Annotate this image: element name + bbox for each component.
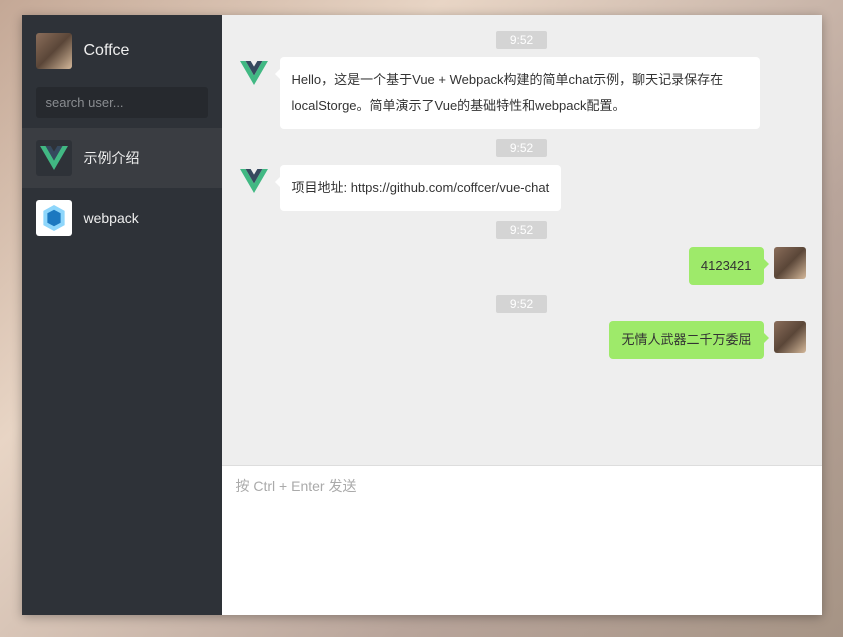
message-time: 9:52 [238, 295, 806, 313]
message-input[interactable] [236, 476, 808, 605]
main-panel: 9:52 Hello，这是一个基于Vue + Webpack构建的简单chat示… [222, 15, 822, 615]
profile: Coffce [22, 15, 222, 81]
sidebar-item-webpack[interactable]: webpack [22, 188, 222, 248]
message-time: 9:52 [238, 221, 806, 239]
chat-app: Coffce 示例介绍 webpack 9:52 [22, 15, 822, 615]
message-bubble: 4123421 [689, 247, 764, 285]
search-wrap [22, 81, 222, 128]
message-group: 9:52 Hello，这是一个基于Vue + Webpack构建的简单chat示… [238, 31, 806, 129]
message-list[interactable]: 9:52 Hello，这是一个基于Vue + Webpack构建的简单chat示… [222, 15, 822, 465]
message-item-self: 无情人武器二千万委屈 [238, 321, 806, 359]
avatar [774, 321, 806, 353]
sidebar: Coffce 示例介绍 webpack [22, 15, 222, 615]
vue-icon [36, 140, 72, 176]
username: Coffce [84, 42, 130, 60]
avatar [36, 33, 72, 69]
vue-icon [238, 57, 270, 89]
search-input[interactable] [36, 87, 208, 118]
message-item: Hello，这是一个基于Vue + Webpack构建的简单chat示例，聊天记… [238, 57, 806, 129]
message-time: 9:52 [238, 31, 806, 49]
webpack-icon [36, 200, 72, 236]
message-bubble: 项目地址: https://github.com/coffcer/vue-cha… [280, 165, 562, 211]
vue-icon [238, 165, 270, 197]
message-group: 9:52 无情人武器二千万委屈 [238, 295, 806, 359]
input-area [222, 465, 822, 615]
message-time: 9:52 [238, 139, 806, 157]
message-item: 项目地址: https://github.com/coffcer/vue-cha… [238, 165, 806, 211]
contact-list: 示例介绍 webpack [22, 128, 222, 615]
message-group: 9:52 4123421 [238, 221, 806, 285]
avatar [774, 247, 806, 279]
sidebar-item-label: 示例介绍 [84, 148, 140, 168]
sidebar-item-label: webpack [84, 210, 139, 226]
message-item-self: 4123421 [238, 247, 806, 285]
message-group: 9:52 项目地址: https://github.com/coffcer/vu… [238, 139, 806, 211]
sidebar-item-intro[interactable]: 示例介绍 [22, 128, 222, 188]
message-bubble: Hello，这是一个基于Vue + Webpack构建的简单chat示例，聊天记… [280, 57, 760, 129]
message-bubble: 无情人武器二千万委屈 [609, 321, 763, 359]
